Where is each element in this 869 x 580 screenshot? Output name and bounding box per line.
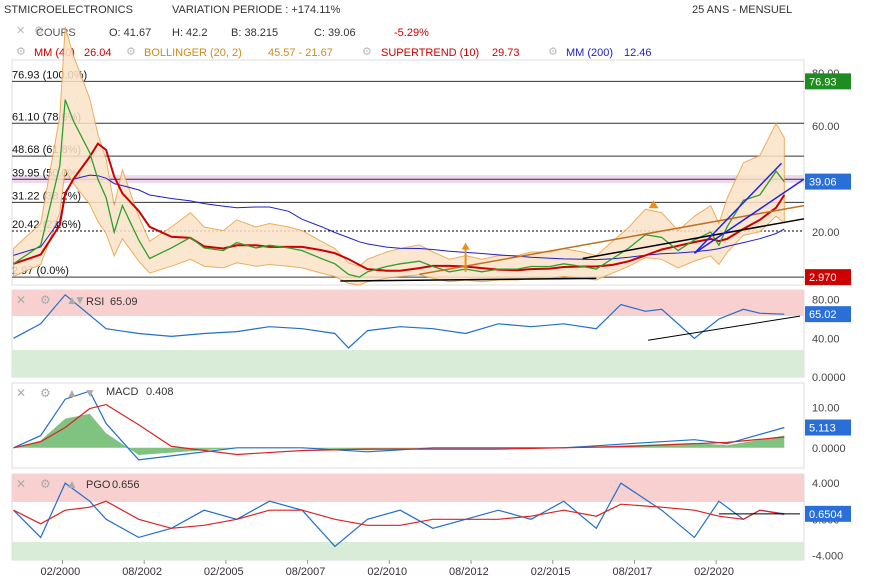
y-tick-label: 0.0000 [812,443,846,455]
rsi-oversold-zone [12,350,804,377]
arrow-up-icon-pgo[interactable]: ▲ [66,477,78,491]
pgo-oversold-zone [12,542,804,560]
x-axis: 02/2000 08/2002 02/2005 08/2007 02/2010 08/20… [40,560,734,578]
rsi-value: 65.09 [110,296,138,308]
pgo-title: PGO [86,479,111,491]
badge-label: 39.06 [809,177,837,189]
main-chart-layer: 80.0060.0040.0020.0076.93 (100.0%)61.10 … [12,26,851,286]
value-badge: 0.6504 [805,505,851,522]
macd-chart-layer: 10.00 0.0000 5.113 [13,390,851,461]
y-tick-label: -4.000 [812,550,843,562]
gear-icon-rsi[interactable]: ⚙ [40,293,51,307]
arrow-up-icon-macd[interactable]: ▲ [66,386,78,400]
badge-label: 5.113 [809,423,836,435]
macd-title: MACD [106,386,139,398]
pgo-signal-line [13,500,785,529]
x-tick-label: 08/2017 [612,566,652,578]
gear-icon-macd[interactable]: ⚙ [40,386,51,400]
badge-label: 76.93 [809,76,837,88]
y-tick-label: 40.00 [812,333,840,345]
arrow-up-icon [648,200,659,209]
rsi-title: RSI [86,296,105,308]
arrow-down-icon-macd[interactable]: ▼ [84,386,96,400]
x-tick-label: 02/2005 [204,566,244,578]
price-badge: 2.970 [805,269,851,286]
pgo-value: 0.656 [112,479,140,491]
x-tick-label: 08/2007 [286,566,326,578]
y-tick-label: 60.00 [812,121,840,133]
price-badge: 76.93 [805,73,851,90]
y-tick-label: 4.000 [812,478,840,490]
arrow-down-icon-rsi[interactable]: ▼ [74,293,86,307]
close-icon-pgo[interactable]: ✕ [16,477,26,491]
x-tick-label: 02/2015 [531,566,571,578]
gear-icon-pgo[interactable]: ⚙ [40,477,51,491]
rsi-trendline [648,315,801,341]
x-tick-label: 08/2012 [449,566,489,578]
badge-label: 0.6504 [809,509,843,521]
y-tick-label: 10.00 [812,402,840,414]
x-tick-label: 08/2002 [122,566,162,578]
macd-value: 0.408 [146,386,174,398]
x-tick-label: 02/2000 [40,566,80,578]
value-badge: 5.113 [805,419,851,436]
badge-label: 65.02 [809,309,837,321]
close-icon-macd[interactable]: ✕ [16,386,26,400]
badge-label: 2.970 [809,272,837,284]
y-tick-label: 0.0000 [812,372,846,384]
y-tick-label: 20.00 [812,227,840,239]
x-tick-label: 02/2010 [367,566,407,578]
stock-chart: 80.0060.0040.0020.0076.93 (100.0%)61.10 … [11,26,851,578]
price-badge: 39.06 [805,173,851,190]
y-tick-label: 80.00 [812,295,840,307]
x-tick-label: 02/2020 [694,566,734,578]
value-badge: 65.02 [805,306,851,323]
close-icon-rsi[interactable]: ✕ [16,293,26,307]
